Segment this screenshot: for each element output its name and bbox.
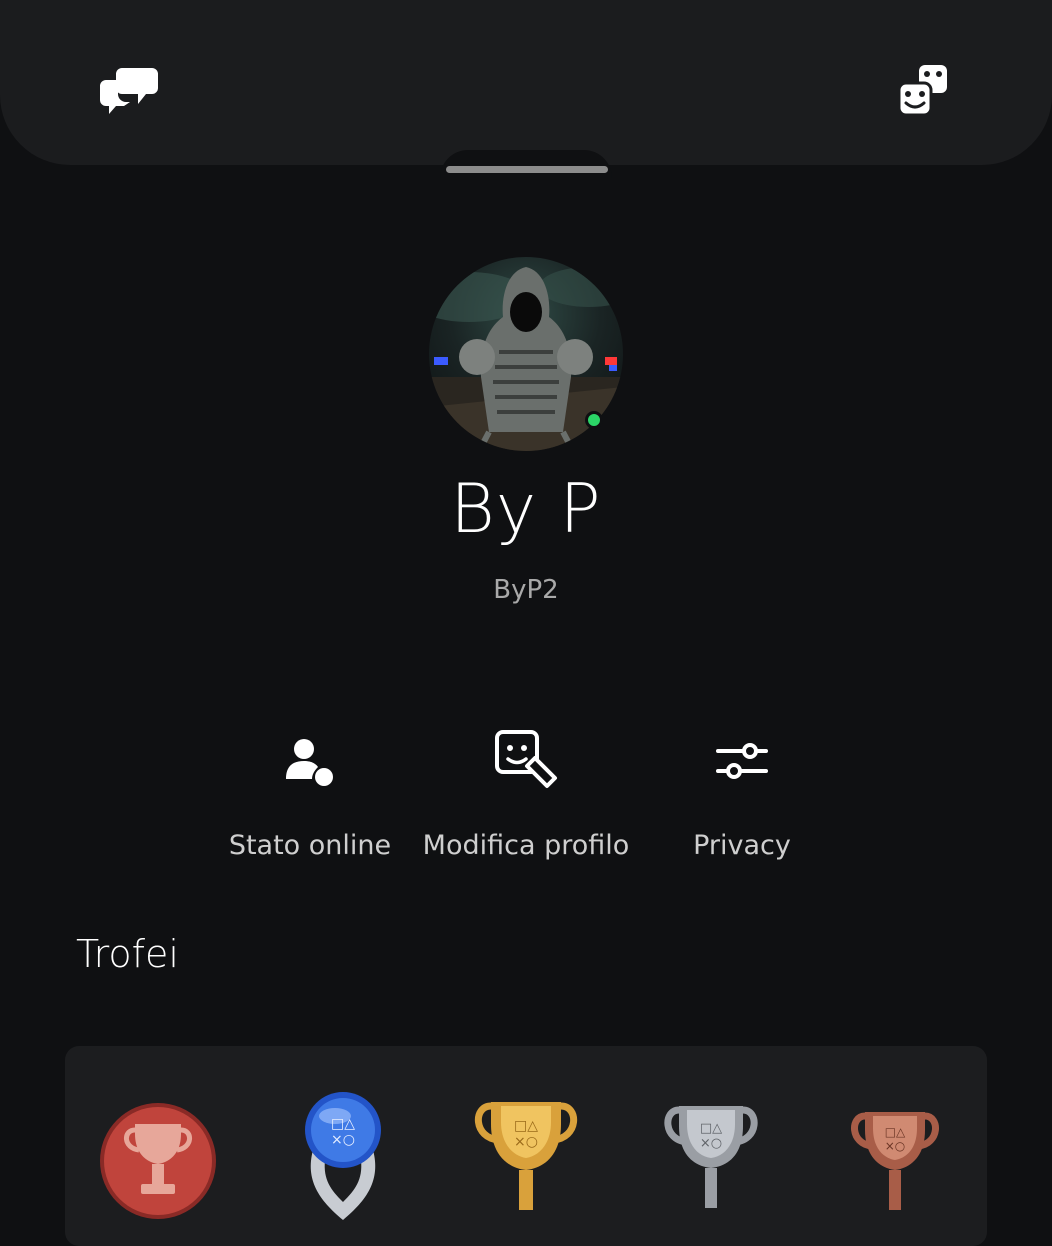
svg-text:×○: ×○: [331, 1132, 355, 1148]
online-status-icon: [286, 739, 333, 786]
party-button[interactable]: [892, 58, 956, 122]
profile-display-name: By P: [450, 470, 602, 549]
trophies-card[interactable]: □△ ×○ □△ ×○ □△ ×○ □△ ×○: [65, 1046, 987, 1246]
bronze-trophy-icon: □△ ×○: [851, 1112, 939, 1210]
party-dice-icon: [897, 65, 947, 117]
silver-trophy[interactable]: □△ ×○: [659, 1098, 763, 1226]
trophy-level-badge[interactable]: [97, 1100, 219, 1226]
svg-text:×○: ×○: [514, 1134, 538, 1150]
gold-trophy-icon: □△ ×○: [474, 1102, 578, 1210]
edit-profile-icon: [495, 730, 557, 788]
online-status-label: Stato online: [228, 830, 392, 861]
svg-text:×○: ×○: [885, 1139, 906, 1153]
privacy-label: Privacy: [693, 830, 791, 861]
svg-text:□△: □△: [514, 1118, 538, 1134]
edit-profile-button[interactable]: Modifica profilo: [406, 728, 646, 861]
sheet-notch: [440, 150, 612, 180]
svg-text:□△: □△: [331, 1116, 355, 1132]
svg-text:×○: ×○: [700, 1136, 722, 1151]
chat-button[interactable]: [98, 58, 162, 122]
bronze-trophy[interactable]: □△ ×○: [847, 1104, 943, 1228]
profile-online-id: ByP2: [493, 575, 559, 605]
chat-bubbles-icon: [100, 68, 158, 114]
silver-trophy-icon: □△ ×○: [664, 1106, 758, 1208]
avatar-wrapper[interactable]: [429, 257, 623, 451]
privacy-button[interactable]: Privacy: [622, 728, 862, 861]
trophy-level-icon: [100, 1103, 216, 1219]
sliders-icon: [716, 743, 768, 779]
drag-handle[interactable]: [446, 166, 608, 173]
online-status-button[interactable]: Stato online: [190, 728, 430, 861]
svg-text:□△: □△: [885, 1125, 906, 1139]
trophies-section-title: Trofei: [76, 932, 179, 976]
gold-trophy[interactable]: □△ ×○: [471, 1092, 581, 1226]
platinum-trophy[interactable]: □△ ×○: [295, 1090, 391, 1224]
edit-profile-label: Modifica profilo: [422, 830, 630, 861]
online-status-dot: [585, 411, 603, 429]
svg-text:□△: □△: [700, 1121, 722, 1136]
platinum-trophy-icon: □△ ×○: [305, 1092, 381, 1220]
